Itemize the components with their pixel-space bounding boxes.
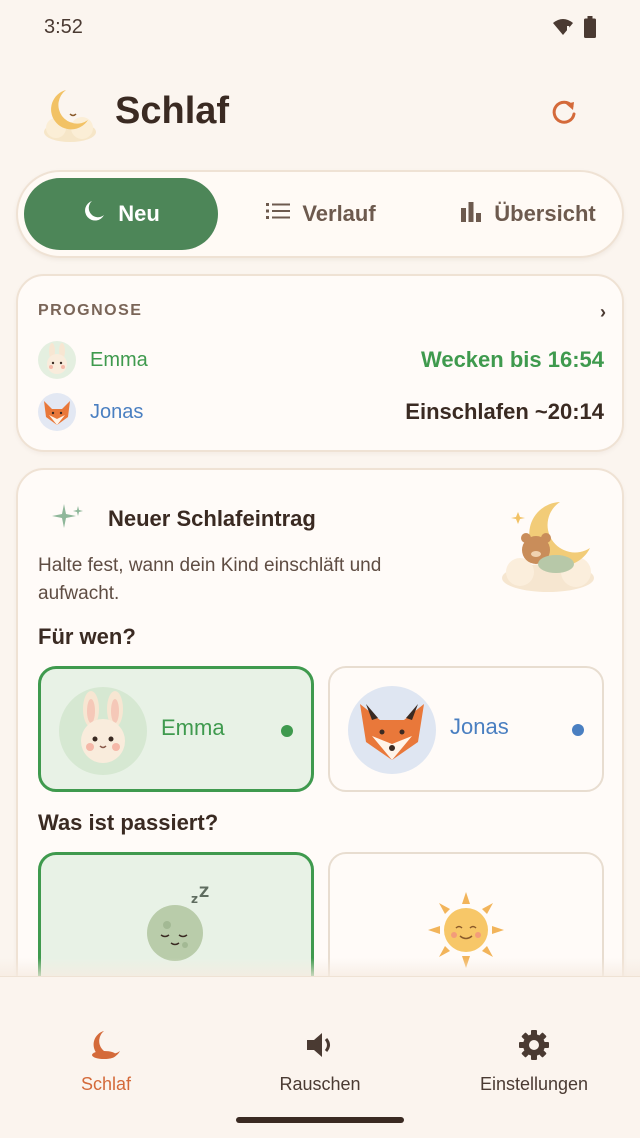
segmented-tabs: Neu Verlauf Übersicht xyxy=(16,170,624,258)
svg-text:z: z xyxy=(191,892,198,906)
moon-icon xyxy=(90,1029,122,1066)
refresh-button[interactable] xyxy=(544,94,584,134)
moon-cloud-icon xyxy=(40,84,100,144)
entry-description: Halte fest, wann dein Kind einschläft un… xyxy=(38,555,382,604)
child-option-name: Emma xyxy=(161,715,225,740)
nav-label: Einstellungen xyxy=(479,1074,589,1094)
new-entry-card: Neuer Schlafeintrag Halte fest, wann dei… xyxy=(16,468,624,1012)
forecast-row: Emma Wecken bis 16:54 xyxy=(38,340,604,380)
nav-item-schlaf[interactable]: Schlaf xyxy=(26,1029,186,1095)
forecast-child-name: Emma xyxy=(90,348,148,371)
tab-label: Verlauf xyxy=(302,201,376,226)
list-icon xyxy=(266,201,291,227)
child-color-dot xyxy=(572,724,584,736)
tab-label: Übersicht xyxy=(494,201,596,226)
gear-icon xyxy=(518,1029,550,1066)
bunny-avatar xyxy=(59,687,147,775)
entry-title: Neuer Schlafeintrag xyxy=(108,506,316,531)
chevron-right-icon[interactable]: › xyxy=(600,302,606,323)
nav-item-rauschen[interactable]: Rauschen xyxy=(240,1029,400,1095)
sparkle-icon xyxy=(50,500,86,541)
status-icons xyxy=(552,16,596,43)
bar-chart-icon xyxy=(460,200,482,228)
page-title: Schlaf xyxy=(115,90,230,132)
battery-icon xyxy=(584,16,596,43)
child-option-name: Jonas xyxy=(450,714,509,739)
nav-label: Schlaf xyxy=(80,1074,132,1094)
speaker-icon xyxy=(304,1029,336,1066)
teddy-moon-icon xyxy=(498,498,598,598)
status-bar: 3:52 xyxy=(0,0,640,56)
forecast-child-name: Jonas xyxy=(90,400,144,423)
svg-text:Z: Z xyxy=(199,885,209,901)
home-indicator[interactable] xyxy=(236,1117,404,1123)
child-option-jonas[interactable]: Jonas xyxy=(328,666,604,792)
child-option-emma[interactable]: Emma xyxy=(38,666,314,792)
tab-verlauf[interactable]: Verlauf xyxy=(246,178,396,250)
child-color-dot xyxy=(281,725,293,737)
forecast-prediction: Einschlafen ~20:14 xyxy=(405,399,604,424)
nav-item-einstellungen[interactable]: Einstellungen xyxy=(454,1029,614,1095)
forecast-heading: PROGNOSE xyxy=(38,302,143,319)
moon-icon xyxy=(82,199,106,229)
who-question: Für wen? xyxy=(38,624,136,649)
forecast-prediction: Wecken bis 16:54 xyxy=(420,347,604,372)
bunny-avatar xyxy=(38,341,76,379)
app-header: Schlaf xyxy=(0,72,640,156)
fox-avatar xyxy=(348,686,436,774)
tab-uebersicht[interactable]: Übersicht xyxy=(438,178,618,250)
fox-avatar xyxy=(38,393,76,431)
forecast-row: Jonas Einschlafen ~20:14 xyxy=(38,392,604,432)
tab-label: Neu xyxy=(118,201,160,226)
what-question: Was ist passiert? xyxy=(38,810,219,835)
wifi-icon xyxy=(552,17,574,42)
bottom-nav: Schlaf Rauschen Einstellungen xyxy=(0,976,640,1138)
tab-neu[interactable]: Neu xyxy=(24,178,218,250)
refresh-icon xyxy=(550,98,578,131)
status-time: 3:52 xyxy=(44,16,83,38)
nav-label: Rauschen xyxy=(279,1074,361,1094)
forecast-card[interactable]: PROGNOSE › Emma Wecken bis 16:54 Jonas E… xyxy=(16,274,624,452)
